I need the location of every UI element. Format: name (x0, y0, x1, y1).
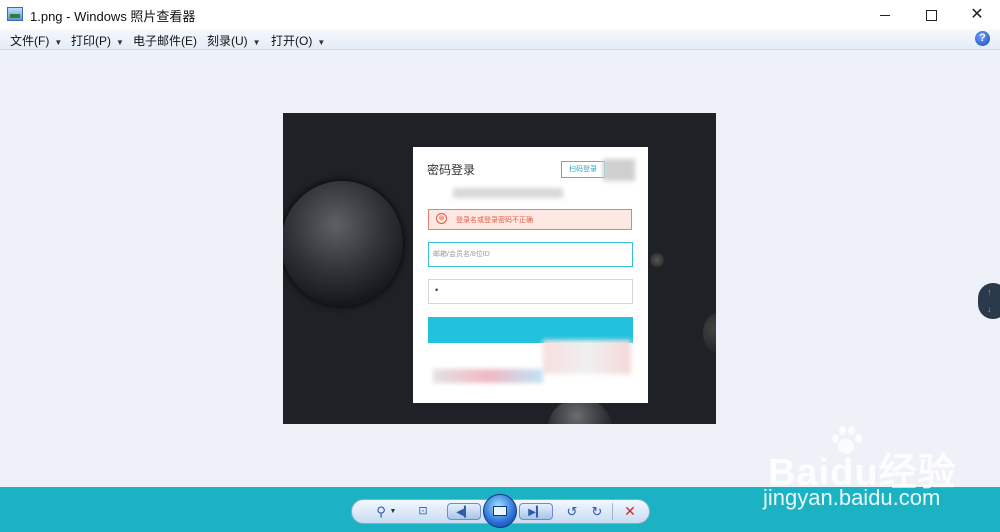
menu-print[interactable]: 打印(P) ▼ (71, 32, 124, 49)
chevron-down-icon: ▼ (252, 38, 261, 47)
chevron-down-icon: ▼ (317, 38, 326, 47)
menu-open[interactable]: 打开(O) ▼ (271, 32, 325, 49)
error-circle-icon: ⊗ (436, 213, 447, 224)
chevron-down-icon: ▼ (116, 38, 124, 47)
error-message-box: ⊗ 登录名或登录密码不正确 (428, 209, 632, 230)
decorative-sphere (650, 253, 664, 267)
chevron-down-icon: ▼ (54, 38, 63, 47)
minimize-button[interactable] (862, 0, 908, 29)
side-scroll-widget[interactable]: ↑ ↓ (978, 283, 1000, 319)
decorative-sphere (283, 181, 403, 306)
account-input: 邮箱/会员名/8位ID (428, 242, 633, 267)
delete-icon[interactable]: ✕ (621, 503, 639, 520)
close-icon: ✕ (970, 6, 984, 23)
rotate-right-icon[interactable]: ↻ (588, 503, 606, 520)
menu-burn[interactable]: 刻录(U) ▼ (207, 32, 261, 49)
menu-email-label: 电子邮件(E) (133, 34, 197, 48)
menu-bar: 文件(F) ▼ 打印(P) ▼ 电子邮件(E) 刻录(U) ▼ 打开(O) ▼ (0, 29, 1000, 50)
menu-file[interactable]: 文件(F) ▼ (10, 32, 62, 49)
window-title: 1.png - Windows 照片查看器 (30, 9, 196, 24)
blurred-region (453, 188, 563, 198)
error-message: 登录名或登录密码不正确 (456, 217, 533, 224)
maximize-icon (925, 9, 937, 21)
next-button[interactable]: ▶▎ (519, 503, 553, 520)
photo-viewer-app-icon (7, 7, 23, 21)
password-input: • (428, 279, 633, 304)
previous-button[interactable]: ◀▎ (447, 503, 481, 520)
decorative-sphere (703, 313, 716, 353)
qr-login-button: 扫码登录 (561, 161, 605, 178)
arrow-down-icon: ↓ (987, 304, 992, 314)
arrow-up-icon: ↑ (987, 287, 992, 297)
slideshow-icon (493, 506, 507, 516)
blurred-region (603, 159, 635, 181)
title-bar: 1.png - Windows 照片查看器 ✕ (0, 0, 1000, 30)
menu-email[interactable]: 电子邮件(E) (133, 32, 197, 49)
blurred-region (543, 340, 631, 374)
login-title: 密码登录 (427, 163, 476, 177)
rotate-left-icon[interactable]: ↺ (563, 503, 581, 520)
menu-open-label: 打开(O) (271, 34, 313, 48)
control-divider (612, 503, 613, 520)
login-dialog: 密码登录 扫码登录 ⊗ 登录名或登录密码不正确 邮箱/会员名/8位ID • (413, 147, 648, 403)
zoom-icon[interactable]: ⚲ (371, 503, 391, 520)
menu-print-label: 打印(P) (71, 34, 111, 48)
close-button[interactable]: ✕ (954, 0, 1000, 29)
blurred-region (433, 369, 543, 383)
slideshow-button[interactable] (483, 494, 517, 528)
help-icon[interactable]: ? (975, 31, 990, 46)
fit-to-window-icon[interactable]: ⊡ (415, 503, 431, 520)
displayed-image: 密码登录 扫码登录 ⊗ 登录名或登录密码不正确 邮箱/会员名/8位ID • (283, 113, 716, 424)
menu-burn-label: 刻录(U) (207, 34, 248, 48)
chevron-down-icon[interactable]: ▼ (389, 503, 397, 520)
minimize-icon (880, 14, 890, 16)
menu-file-label: 文件(F) (10, 34, 50, 48)
watermark-url: jingyan.baidu.com (763, 485, 941, 510)
maximize-button[interactable] (908, 0, 954, 29)
